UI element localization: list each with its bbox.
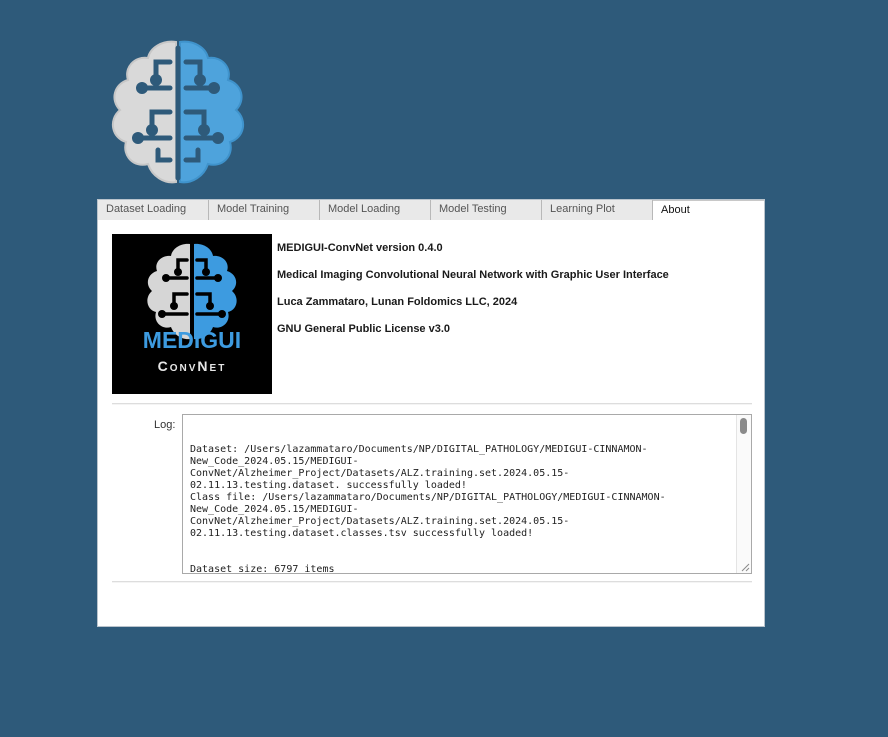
logo-word-convnet: ConvNet <box>158 358 227 374</box>
author-text: Luca Zammataro, Lunan Foldomics LLC, 202… <box>277 296 518 308</box>
tab-model-loading[interactable]: Model Loading <box>320 200 431 220</box>
app-logo <box>104 38 252 188</box>
logo-word-medigui: MEDIGUI <box>143 327 241 353</box>
brain-icon <box>111 40 245 184</box>
brain-icon <box>147 243 237 340</box>
log-textarea[interactable]: Dataset: /Users/lazammataro/Documents/NP… <box>182 414 752 574</box>
divider <box>112 581 752 583</box>
tab-about[interactable]: About <box>653 200 764 221</box>
license-text: GNU General Public License v3.0 <box>277 323 451 335</box>
log-content: Dataset: /Users/lazammataro/Documents/NP… <box>190 444 666 574</box>
log-scrollbar[interactable] <box>736 415 751 573</box>
tab-model-testing[interactable]: Model Testing <box>431 200 542 220</box>
main-window: Dataset Loading Model Training Model Loa… <box>97 199 765 627</box>
log-label: Log: <box>154 419 176 431</box>
resize-grip-icon[interactable] <box>740 562 750 572</box>
about-info: MEDIGUI-ConvNet version 0.4.0 Medical Im… <box>277 241 669 349</box>
tab-learning-plot[interactable]: Learning Plot <box>542 200 653 220</box>
tab-bar: Dataset Loading Model Training Model Loa… <box>98 200 764 221</box>
tab-model-training[interactable]: Model Training <box>209 200 320 220</box>
version-text: MEDIGUI-ConvNet version 0.4.0 <box>277 242 443 254</box>
divider <box>112 403 752 405</box>
medigui-convnet-logo: MEDIGUI ConvNet <box>112 234 272 394</box>
tab-dataset-loading[interactable]: Dataset Loading <box>98 200 209 220</box>
scrollbar-thumb[interactable] <box>740 418 747 434</box>
description-text: Medical Imaging Convolutional Neural Net… <box>277 269 669 281</box>
